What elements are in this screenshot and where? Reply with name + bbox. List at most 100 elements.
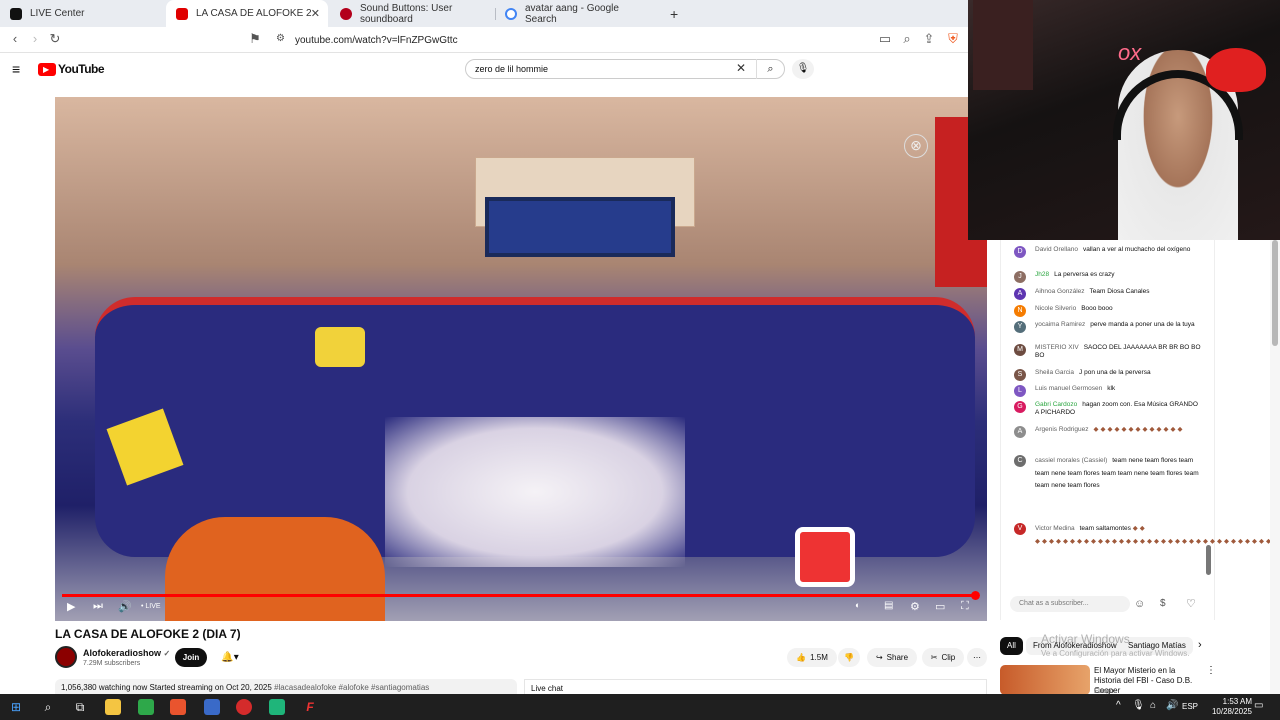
chat-author[interactable]: Argenis Rodriguez (1035, 426, 1088, 433)
progress-scrubber[interactable] (971, 591, 981, 600)
chat-author[interactable]: Jh28 (1035, 271, 1049, 278)
watching-count: 1,056,380 watching now (61, 683, 148, 692)
microphone-icon[interactable]: 🎙 (1132, 700, 1145, 711)
next-icon[interactable]: ⏭ (93, 600, 103, 613)
chat-input[interactable]: Chat as a subscriber... (1010, 596, 1130, 612)
chat-author[interactable]: yocaima Ramirez (1035, 321, 1085, 328)
chat-text: La perversa es crazy (1054, 271, 1115, 278)
clip-button[interactable]: ✂ Clip (922, 648, 964, 667)
tab-youtube[interactable]: LA CASA DE ALOFOKE 2 (DIA 7) ✕ (166, 0, 328, 27)
rug (385, 417, 685, 567)
tab-google-search[interactable]: avatar aang - Google Search (495, 0, 660, 27)
notification-icon[interactable]: ▭ (1254, 700, 1263, 711)
share-icon[interactable]: ⇪ (920, 31, 938, 47)
join-button[interactable]: Join (175, 648, 207, 667)
tab-sound-buttons[interactable]: Sound Buttons: User soundboard (330, 0, 495, 27)
settings-icon[interactable]: ⚙ (910, 600, 920, 613)
youtube-logo-text[interactable]: YouTube (58, 62, 105, 76)
youtube-header: ≡ ▶ YouTube zero de lil hommie ✕ ⌕ 🎙 (0, 53, 968, 87)
volume-icon[interactable]: 🔊 (118, 600, 132, 613)
close-icon[interactable]: ✕ (311, 7, 320, 20)
chat-author[interactable]: Aihnoa González (1035, 288, 1085, 295)
tab-live-center[interactable]: LIVE Center (0, 0, 165, 27)
reload-icon[interactable]: ↻ (46, 31, 64, 47)
page-scrollbar[interactable] (1270, 240, 1280, 694)
clip-label: Clip (941, 653, 956, 662)
app-icon[interactable] (138, 699, 154, 715)
chat-message: V Victor Medina team saltamontes ◆◆ ◆◆◆◆◆… (1014, 523, 1280, 548)
more-vert-icon[interactable]: ⋮ (1206, 665, 1216, 676)
avatar: A (1014, 288, 1026, 300)
autoplay-toggle-icon[interactable]: ◐ (855, 600, 860, 610)
recommended-thumbnail[interactable] (1000, 665, 1090, 695)
site-info-icon[interactable]: ⚙ (276, 33, 285, 44)
language-indicator[interactable]: ESP (1182, 702, 1198, 711)
hashtags[interactable]: #lacasadealofoke #alofoke #santiagomatia… (274, 683, 429, 692)
avatar[interactable] (55, 646, 77, 668)
progress-bar[interactable] (62, 591, 981, 600)
zoom-icon[interactable]: ⌕ (898, 31, 916, 47)
app-icon[interactable] (269, 699, 285, 715)
video-player[interactable]: ▶ ⏭ 🔊 • LIVE ◐ ▤ ⚙ ▭ ⛶ (55, 97, 987, 621)
theater-mode-icon[interactable]: ▭ (935, 600, 945, 613)
chat-message: C cassiel morales (Cassiel) team nene tea… (1014, 455, 1202, 493)
fullscreen-icon[interactable]: ⛶ (961, 600, 969, 613)
brave-icon[interactable] (170, 699, 186, 715)
share-button[interactable]: ↪ Share (867, 648, 917, 667)
chat-author[interactable]: David Orellano (1035, 246, 1078, 253)
clear-search-icon[interactable]: ✕ (736, 61, 746, 75)
like-button[interactable]: 👍 1.5M (787, 648, 837, 667)
description-box[interactable]: 1,056,380 watching now Started streaming… (55, 679, 517, 695)
volume-icon[interactable]: 🔊 (1166, 700, 1178, 711)
search-value: zero de lil hommie (475, 64, 549, 74)
heart-icon[interactable]: ♡ (1186, 597, 1196, 610)
live-indicator[interactable]: • LIVE (141, 603, 161, 610)
chat-author[interactable]: Victor Medina (1035, 525, 1075, 532)
new-tab-button[interactable]: + (660, 0, 682, 27)
app-icon[interactable] (204, 699, 220, 715)
scrollbar-thumb[interactable] (1272, 240, 1278, 346)
dislike-button[interactable]: 👎 (838, 648, 860, 667)
pool-table (485, 197, 675, 257)
chat-author[interactable]: Nicole Silverio (1035, 305, 1076, 312)
network-icon[interactable]: ⌂ (1150, 700, 1156, 711)
back-icon[interactable]: ‹ (6, 31, 24, 46)
forward-icon[interactable]: › (26, 31, 44, 46)
chip-all[interactable]: All (1000, 637, 1023, 655)
chevron-up-icon[interactable]: ^ (1116, 700, 1121, 711)
clock[interactable]: 1:53 AM 10/28/2025 (1212, 697, 1252, 717)
channel-name[interactable]: Alofokeradioshow ✓ (83, 648, 170, 658)
bookmark-icon[interactable]: ⚑ (246, 31, 264, 47)
obs-icon[interactable] (236, 699, 252, 715)
windows-activation-subtitle: Ve a Configuración para activar Windows. (1041, 649, 1190, 658)
more-actions-button[interactable]: ⋯ (967, 648, 987, 667)
chat-author[interactable]: Sheila Garcia (1035, 369, 1074, 376)
chat-author[interactable]: Luis manuel Germosen (1035, 385, 1102, 392)
tiktok-studio-icon[interactable]: F (302, 699, 318, 715)
address-bar[interactable]: ⚙ youtube.com/watch?v=lFnZPGwGttc (272, 30, 872, 50)
notification-bell-icon[interactable]: 🔔▾ (213, 648, 247, 667)
file-explorer-icon[interactable] (105, 699, 121, 715)
brave-shield-icon[interactable]: ⛨ (944, 31, 962, 47)
sound-button-icon (340, 7, 352, 20)
chat-message: S Sheila Garcia J pon una de la perversa (1014, 369, 1202, 381)
avatar: M (1014, 344, 1026, 356)
chat-author[interactable]: Gabri Cardozo (1035, 401, 1077, 408)
search-icon[interactable]: ⌕ (756, 59, 784, 79)
menu-icon[interactable]: ≡ (12, 61, 20, 77)
close-overlay-icon[interactable]: ⊗ (904, 134, 928, 158)
chat-text: team saltamontes (1079, 525, 1131, 532)
search-icon[interactable]: ⌕ (40, 699, 56, 715)
chat-scrollbar[interactable] (1206, 545, 1211, 575)
chat-author[interactable]: cassiel morales (Cassiel) (1035, 457, 1107, 464)
chat-author[interactable]: MISTERIO XIV (1035, 344, 1079, 351)
microphone-icon[interactable]: 🎙 (792, 59, 814, 79)
chevron-right-icon[interactable]: › (1198, 639, 1202, 651)
task-view-icon[interactable]: ⧉ (72, 699, 88, 715)
play-icon[interactable]: ▶ (67, 600, 75, 613)
subtitles-icon[interactable]: ▤ (884, 600, 893, 611)
windows-start-icon[interactable]: ⊞ (8, 699, 24, 715)
media-icon[interactable]: ▭ (876, 31, 894, 47)
emoji-icon[interactable]: ☺ (1134, 598, 1145, 610)
super-chat-icon[interactable]: $ (1160, 598, 1166, 609)
